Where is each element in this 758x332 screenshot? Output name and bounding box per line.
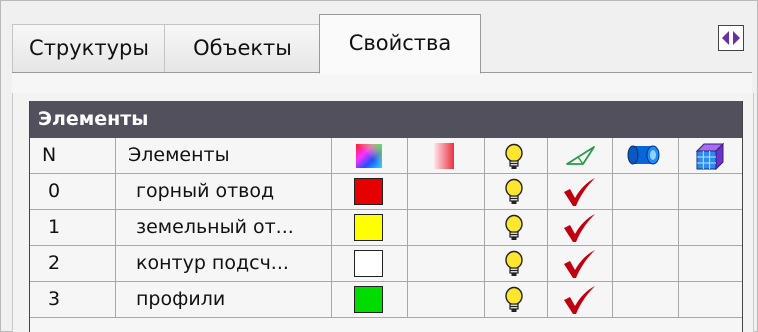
column-header-color[interactable] — [332, 138, 408, 174]
element-name[interactable]: контур подсч... — [116, 246, 332, 282]
row-number: 3 — [30, 282, 116, 318]
checkmark-icon[interactable] — [562, 177, 596, 209]
element-solid-cell[interactable] — [613, 246, 679, 282]
element-selection-cell[interactable] — [548, 282, 613, 318]
column-header-block-model[interactable] — [679, 138, 742, 174]
element-visibility-cell[interactable] — [485, 246, 548, 282]
column-header-gradient[interactable] — [408, 138, 485, 174]
element-selection-cell[interactable] — [548, 210, 613, 246]
grid-title: Элементы — [30, 101, 742, 138]
lightbulb-icon[interactable] — [504, 286, 524, 317]
color-swatch[interactable] — [354, 250, 383, 277]
element-gradient-cell[interactable] — [408, 246, 485, 282]
element-solid-cell[interactable] — [613, 282, 679, 318]
row-number: 2 — [30, 246, 116, 282]
lightbulb-icon[interactable] — [504, 250, 524, 281]
tab-objects[interactable]: Объекты — [164, 24, 321, 72]
element-block-model-cell[interactable] — [679, 210, 742, 246]
element-block-model-cell[interactable] — [679, 282, 742, 318]
element-name[interactable]: профили — [116, 282, 332, 318]
element-name[interactable]: горный отвод — [116, 174, 332, 210]
checkmark-icon[interactable] — [562, 249, 596, 281]
color-swatch[interactable] — [354, 214, 383, 241]
cube-icon — [695, 142, 725, 170]
element-selection-cell[interactable] — [548, 174, 613, 210]
element-name[interactable]: земельный от... — [116, 210, 332, 246]
gradient-icon — [434, 143, 454, 169]
element-color-cell[interactable] — [332, 246, 408, 282]
checkmark-icon[interactable] — [562, 213, 596, 245]
elements-grid: Элементы N Элементы 0 горный отвод 1 зем… — [29, 101, 743, 332]
color-palette-icon — [356, 144, 382, 168]
tab-structures[interactable]: Структуры — [12, 24, 166, 72]
lightbulb-icon[interactable] — [504, 214, 524, 245]
lightbulb-icon[interactable] — [504, 178, 524, 209]
element-block-model-cell[interactable] — [679, 174, 742, 210]
lightbulb-icon — [505, 143, 523, 169]
row-number: 0 — [30, 174, 116, 210]
cylinder-icon — [627, 145, 660, 165]
element-gradient-cell[interactable] — [408, 210, 485, 246]
element-selection-cell[interactable] — [548, 246, 613, 282]
element-solid-cell[interactable] — [613, 174, 679, 210]
element-visibility-cell[interactable] — [485, 174, 548, 210]
column-header-visibility[interactable] — [485, 138, 548, 174]
pyramid-outline-icon — [566, 146, 595, 165]
element-solid-cell[interactable] — [613, 210, 679, 246]
column-header-elements[interactable]: Элементы — [116, 138, 332, 174]
column-header-3d-solid[interactable] — [613, 138, 679, 174]
color-swatch[interactable] — [354, 178, 383, 205]
color-swatch[interactable] — [354, 286, 383, 313]
tab-content-top-strip — [12, 73, 752, 93]
element-gradient-cell[interactable] — [408, 282, 485, 318]
tab-bar: Структуры Объекты Свойства — [12, 14, 752, 74]
checkmark-icon[interactable] — [562, 285, 596, 317]
element-color-cell[interactable] — [332, 210, 408, 246]
row-number: 1 — [30, 210, 116, 246]
element-color-cell[interactable] — [332, 174, 408, 210]
tab-properties[interactable]: Свойства — [319, 14, 481, 74]
collapse-expand-arrows-icon[interactable] — [718, 25, 744, 51]
element-block-model-cell[interactable] — [679, 246, 742, 282]
element-visibility-cell[interactable] — [485, 210, 548, 246]
column-header-selection[interactable] — [548, 138, 613, 174]
element-color-cell[interactable] — [332, 282, 408, 318]
element-gradient-cell[interactable] — [408, 174, 485, 210]
column-header-number[interactable]: N — [30, 138, 116, 174]
element-visibility-cell[interactable] — [485, 282, 548, 318]
